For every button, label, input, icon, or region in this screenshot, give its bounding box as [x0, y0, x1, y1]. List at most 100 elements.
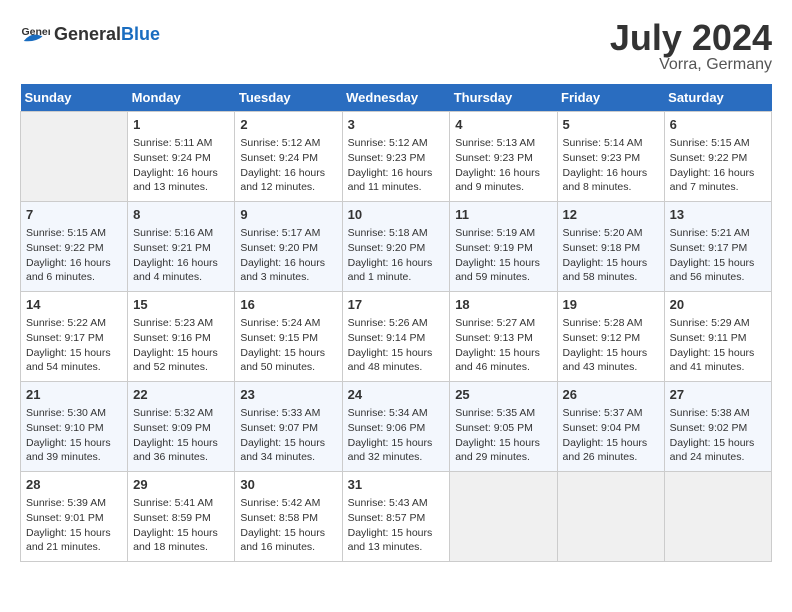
calendar-cell: 12 Sunrise: 5:20 AMSunset: 9:18 PMDayligh…	[557, 202, 664, 292]
day-info: Sunrise: 5:30 AMSunset: 9:10 PMDaylight:…	[26, 406, 122, 465]
day-info: Sunrise: 5:15 AMSunset: 9:22 PMDaylight:…	[670, 136, 766, 195]
calendar-cell: 30 Sunrise: 5:42 AMSunset: 8:58 PMDayligh…	[235, 472, 342, 562]
day-number: 30	[240, 476, 336, 494]
calendar-header-saturday: Saturday	[664, 84, 771, 112]
day-number: 20	[670, 296, 766, 314]
day-info: Sunrise: 5:17 AMSunset: 9:20 PMDaylight:…	[240, 226, 336, 285]
day-info: Sunrise: 5:28 AMSunset: 9:12 PMDaylight:…	[563, 316, 659, 375]
calendar-cell: 27 Sunrise: 5:38 AMSunset: 9:02 PMDayligh…	[664, 382, 771, 472]
calendar-cell: 28Sunrise: 5:39 AMSunset: 9:01 PMDayligh…	[21, 472, 128, 562]
day-info: Sunrise: 5:23 AMSunset: 9:16 PMDaylight:…	[133, 316, 229, 375]
day-info: Sunrise: 5:24 AMSunset: 9:15 PMDaylight:…	[240, 316, 336, 375]
day-number: 25	[455, 386, 551, 404]
day-info: Sunrise: 5:27 AMSunset: 9:13 PMDaylight:…	[455, 316, 551, 375]
day-number: 24	[348, 386, 445, 404]
calendar-cell: 19Sunrise: 5:28 AMSunset: 9:12 PMDayligh…	[557, 292, 664, 382]
calendar-cell	[21, 112, 128, 202]
calendar-cell: 10 Sunrise: 5:18 AMSunset: 9:20 PMDayligh…	[342, 202, 450, 292]
day-number: 6	[670, 116, 766, 134]
day-number: 1	[133, 116, 229, 134]
day-info: Sunrise: 5:22 AMSunset: 9:17 PMDaylight:…	[26, 316, 122, 375]
day-number: 12	[563, 206, 659, 224]
page-header: General GeneralBlue July 2024 Vorra, Ger…	[20, 20, 772, 74]
day-info: Sunrise: 5:34 AMSunset: 9:06 PMDaylight:…	[348, 406, 445, 465]
calendar-cell: 9 Sunrise: 5:17 AMSunset: 9:20 PMDaylight…	[235, 202, 342, 292]
calendar-cell: 20 Sunrise: 5:29 AMSunset: 9:11 PMDayligh…	[664, 292, 771, 382]
calendar-cell	[557, 472, 664, 562]
calendar-cell: 15 Sunrise: 5:23 AMSunset: 9:16 PMDayligh…	[128, 292, 235, 382]
day-number: 21	[26, 386, 122, 404]
day-number: 29	[133, 476, 229, 494]
day-number: 14	[26, 296, 122, 314]
day-info: Sunrise: 5:35 AMSunset: 9:05 PMDaylight:…	[455, 406, 551, 465]
logo-icon: General	[20, 20, 50, 50]
day-info: Sunrise: 5:21 AMSunset: 9:17 PMDaylight:…	[670, 226, 766, 285]
calendar-cell: 4Sunrise: 5:13 AMSunset: 9:23 PMDaylight…	[450, 112, 557, 202]
day-info: Sunrise: 5:37 AMSunset: 9:04 PMDaylight:…	[563, 406, 659, 465]
calendar-cell: 24 Sunrise: 5:34 AMSunset: 9:06 PMDayligh…	[342, 382, 450, 472]
calendar-cell: 13 Sunrise: 5:21 AMSunset: 9:17 PMDayligh…	[664, 202, 771, 292]
day-info: Sunrise: 5:39 AMSunset: 9:01 PMDaylight:…	[26, 496, 122, 555]
day-info: Sunrise: 5:13 AMSunset: 9:23 PMDaylight:…	[455, 136, 551, 195]
day-number: 17	[348, 296, 445, 314]
logo: General GeneralBlue	[20, 20, 160, 50]
calendar-cell: 25 Sunrise: 5:35 AMSunset: 9:05 PMDayligh…	[450, 382, 557, 472]
day-info: Sunrise: 5:12 AMSunset: 9:23 PMDaylight:…	[348, 136, 445, 195]
day-number: 10	[348, 206, 445, 224]
calendar-cell: 22 Sunrise: 5:32 AMSunset: 9:09 PMDayligh…	[128, 382, 235, 472]
day-number: 2	[240, 116, 336, 134]
calendar-cell: 18 Sunrise: 5:27 AMSunset: 9:13 PMDayligh…	[450, 292, 557, 382]
calendar-cell	[664, 472, 771, 562]
day-info: Sunrise: 5:38 AMSunset: 9:02 PMDaylight:…	[670, 406, 766, 465]
calendar-cell: 29 Sunrise: 5:41 AMSunset: 8:59 PMDayligh…	[128, 472, 235, 562]
location: Vorra, Germany	[610, 56, 772, 74]
day-number: 26	[563, 386, 659, 404]
calendar-cell: 2 Sunrise: 5:12 AMSunset: 9:24 PMDaylight…	[235, 112, 342, 202]
calendar-week-2: 7Sunrise: 5:15 AMSunset: 9:22 PMDaylight…	[21, 202, 772, 292]
calendar-header-monday: Monday	[128, 84, 235, 112]
calendar-cell: 14 Sunrise: 5:22 AMSunset: 9:17 PMDayligh…	[21, 292, 128, 382]
calendar-cell: 1 Sunrise: 5:11 AMSunset: 9:24 PMDaylight…	[128, 112, 235, 202]
day-number: 18	[455, 296, 551, 314]
calendar-header-wednesday: Wednesday	[342, 84, 450, 112]
day-info: Sunrise: 5:43 AMSunset: 8:57 PMDaylight:…	[348, 496, 445, 555]
day-info: Sunrise: 5:19 AMSunset: 9:19 PMDaylight:…	[455, 226, 551, 285]
day-number: 31	[348, 476, 445, 494]
month-title: July 2024	[610, 20, 772, 56]
day-info: Sunrise: 5:14 AMSunset: 9:23 PMDaylight:…	[563, 136, 659, 195]
calendar-cell: 23Sunrise: 5:33 AMSunset: 9:07 PMDayligh…	[235, 382, 342, 472]
calendar-week-4: 21 Sunrise: 5:30 AMSunset: 9:10 PMDayligh…	[21, 382, 772, 472]
day-info: Sunrise: 5:16 AMSunset: 9:21 PMDaylight:…	[133, 226, 229, 285]
day-number: 15	[133, 296, 229, 314]
day-number: 16	[240, 296, 336, 314]
day-number: 9	[240, 206, 336, 224]
day-info: Sunrise: 5:11 AMSunset: 9:24 PMDaylight:…	[133, 136, 229, 195]
day-number: 13	[670, 206, 766, 224]
day-number: 27	[670, 386, 766, 404]
logo-text: GeneralBlue	[54, 25, 160, 45]
calendar-header-sunday: Sunday	[21, 84, 128, 112]
calendar-cell: 31 Sunrise: 5:43 AMSunset: 8:57 PMDayligh…	[342, 472, 450, 562]
calendar-week-5: 28Sunrise: 5:39 AMSunset: 9:01 PMDayligh…	[21, 472, 772, 562]
day-info: Sunrise: 5:12 AMSunset: 9:24 PMDaylight:…	[240, 136, 336, 195]
day-info: Sunrise: 5:32 AMSunset: 9:09 PMDaylight:…	[133, 406, 229, 465]
calendar-cell: 6 Sunrise: 5:15 AMSunset: 9:22 PMDaylight…	[664, 112, 771, 202]
day-number: 22	[133, 386, 229, 404]
calendar-header-friday: Friday	[557, 84, 664, 112]
calendar-cell	[450, 472, 557, 562]
calendar-cell: 3Sunrise: 5:12 AMSunset: 9:23 PMDaylight…	[342, 112, 450, 202]
day-info: Sunrise: 5:18 AMSunset: 9:20 PMDaylight:…	[348, 226, 445, 285]
day-number: 23	[240, 386, 336, 404]
calendar-week-1: 1 Sunrise: 5:11 AMSunset: 9:24 PMDaylight…	[21, 112, 772, 202]
day-number: 7	[26, 206, 122, 224]
day-info: Sunrise: 5:42 AMSunset: 8:58 PMDaylight:…	[240, 496, 336, 555]
calendar-cell: 17Sunrise: 5:26 AMSunset: 9:14 PMDayligh…	[342, 292, 450, 382]
calendar-table: SundayMondayTuesdayWednesdayThursdayFrid…	[20, 84, 772, 562]
day-info: Sunrise: 5:29 AMSunset: 9:11 PMDaylight:…	[670, 316, 766, 375]
day-info: Sunrise: 5:20 AMSunset: 9:18 PMDaylight:…	[563, 226, 659, 285]
calendar-cell: 8Sunrise: 5:16 AMSunset: 9:21 PMDaylight…	[128, 202, 235, 292]
day-info: Sunrise: 5:41 AMSunset: 8:59 PMDaylight:…	[133, 496, 229, 555]
calendar-week-3: 14 Sunrise: 5:22 AMSunset: 9:17 PMDayligh…	[21, 292, 772, 382]
calendar-cell: 16 Sunrise: 5:24 AMSunset: 9:15 PMDayligh…	[235, 292, 342, 382]
calendar-cell: 11Sunrise: 5:19 AMSunset: 9:19 PMDayligh…	[450, 202, 557, 292]
